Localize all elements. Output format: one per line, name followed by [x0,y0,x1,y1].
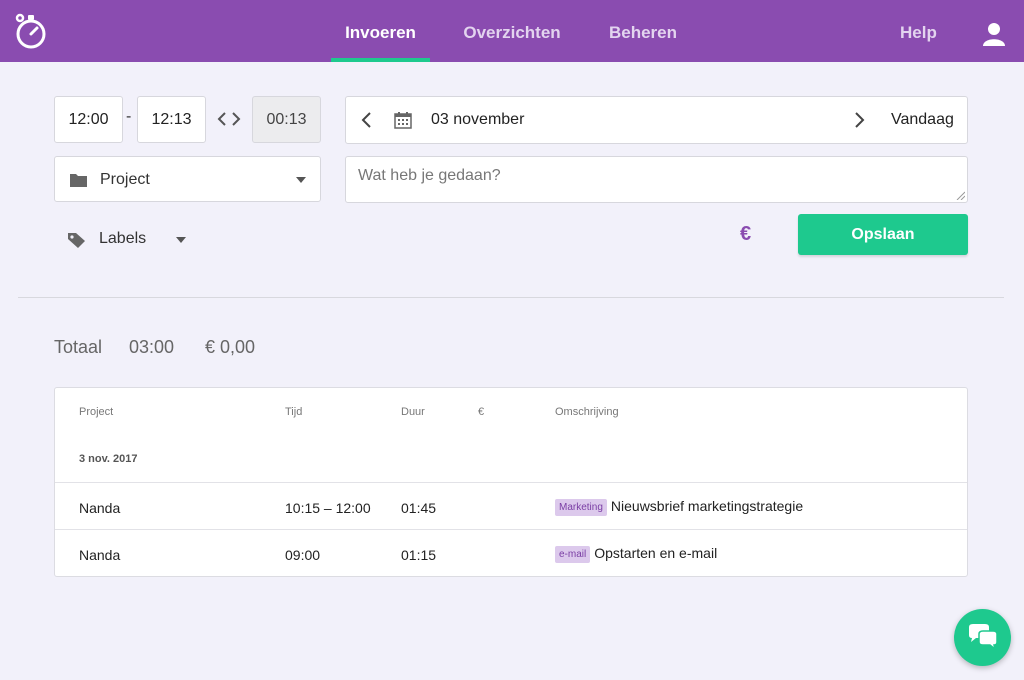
resize-grip-icon[interactable] [956,191,965,200]
row-duration: 01:15 [401,547,437,563]
totals-amount: € 0,00 [205,337,256,357]
stopwatch-icon[interactable] [14,12,48,50]
description-input[interactable] [345,156,968,203]
billable-toggle[interactable]: € [740,223,751,246]
help-link[interactable]: Help [900,0,937,62]
row-description-cell: e-mail Opstarten en e-mail [555,545,717,563]
calendar-icon [394,112,412,129]
row-description: Nieuwsbrief marketingstrategie [610,498,804,514]
tab-invoeren[interactable]: Invoeren [331,0,430,62]
divider [18,297,1004,298]
column-header-amount[interactable]: € [478,406,484,418]
start-time-input[interactable]: 12:00 [54,96,123,143]
project-select-value: Project [100,171,150,188]
caret-down-icon [296,177,306,183]
row-description-cell: Marketing Nieuwsbrief marketingstrategie [555,498,803,516]
folder-icon [70,174,87,187]
selected-date[interactable]: 03 november [431,111,524,129]
time-separator: - [126,108,132,125]
caret-down-icon [176,237,186,243]
chat-bubbles-icon [969,624,998,651]
labels-select-value: Labels [99,230,147,247]
project-select[interactable]: Project [54,156,321,202]
row-duration: 01:45 [401,500,437,516]
table-row[interactable]: Nanda 09:00 01:15 e-mail Opstarten en e-m… [55,529,967,577]
label-badge[interactable]: e-mail [555,546,591,563]
tab-beheren[interactable]: Beheren [600,0,686,62]
column-header-duration[interactable]: Duur [401,406,425,418]
end-time-input[interactable]: 12:13 [137,96,206,143]
chevron-left-icon[interactable] [360,111,374,129]
table-row[interactable]: Nanda 10:15 – 12:00 01:45 Marketing Nieuw… [55,482,967,530]
save-button[interactable]: Opslaan [798,214,968,255]
chevron-right-icon[interactable] [852,111,866,129]
code-brackets-icon[interactable] [217,110,241,128]
labels-select[interactable]: Labels [68,228,193,250]
totals-duration: 03:00 [129,337,175,357]
totals-label: Totaal [54,337,103,357]
top-navigation-bar: Invoeren Overzichten Beheren Help [0,0,1024,62]
label-badge[interactable]: Marketing [555,499,607,516]
group-date-heading: 3 nov. 2017 [79,453,138,465]
tab-overzichten[interactable]: Overzichten [452,0,572,62]
today-button[interactable]: Vandaag [891,111,954,129]
column-header-description[interactable]: Omschrijving [555,406,619,418]
chat-button[interactable] [954,609,1011,666]
user-icon[interactable] [983,22,1005,46]
row-time: 10:15 – 12:00 [285,500,371,516]
tag-icon [68,233,85,248]
column-header-project[interactable]: Project [79,406,113,418]
row-project: Nanda [79,500,121,516]
time-entries-table: Project Tijd Duur € Omschrijving 3 nov. … [54,387,968,577]
row-description: Opstarten en e-mail [594,545,718,561]
row-project: Nanda [79,547,121,563]
column-header-time[interactable]: Tijd [285,406,302,418]
date-selector: 03 november Vandaag [345,96,968,144]
duration-field[interactable]: 00:13 [252,96,321,143]
row-time: 09:00 [285,547,321,563]
